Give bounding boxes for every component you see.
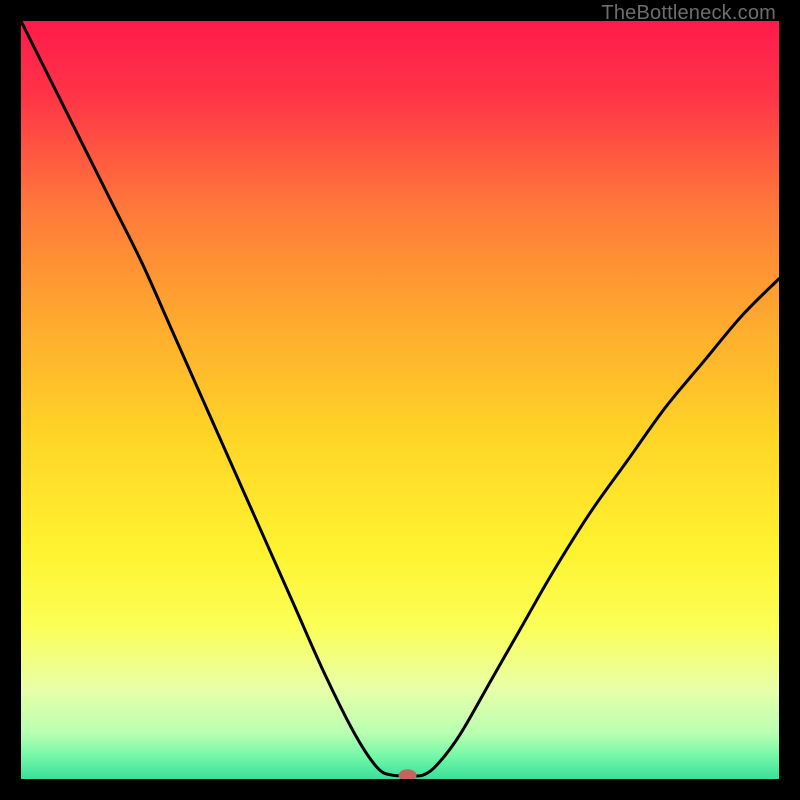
chart-frame [21, 21, 779, 779]
chart-background [21, 21, 779, 779]
bottleneck-chart [21, 21, 779, 779]
